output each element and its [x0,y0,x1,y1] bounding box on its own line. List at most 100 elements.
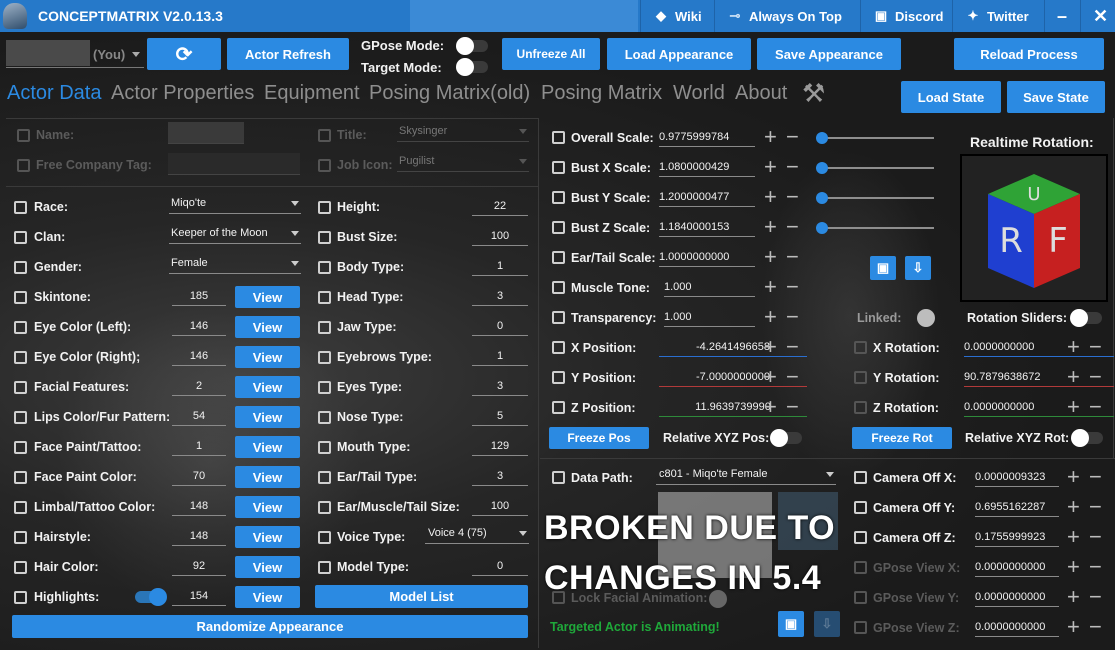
minus-icon[interactable]: − [1089,496,1102,518]
body-type-value[interactable]: 1 [472,258,528,276]
minus-icon[interactable]: − [1089,526,1102,548]
limbal-color-view-button[interactable]: View [235,496,300,518]
facial-features-checkbox[interactable] [14,381,27,394]
actor-select[interactable]: (You) [6,40,144,68]
eyes-type-checkbox[interactable] [318,381,331,394]
x-rotation-checkbox[interactable] [854,341,867,354]
face-paint-color-view-button[interactable]: View [235,466,300,488]
hairstyle-view-button[interactable]: View [235,526,300,548]
discord-button[interactable]: ▣ Discord [860,0,952,32]
clan-checkbox[interactable] [14,231,27,244]
camera-off-z-checkbox[interactable] [854,531,867,544]
transparency-checkbox[interactable] [552,311,565,324]
camera-off-y-value[interactable]: 0.6955162287 [975,499,1059,517]
camera-off-x-checkbox[interactable] [854,471,867,484]
ear-muscle-tail-size-value[interactable]: 100 [472,498,528,516]
tab-actor-data[interactable]: Actor Data [7,82,101,105]
transparency-value[interactable]: 1.000 [664,309,755,327]
minus-icon[interactable]: − [786,156,799,178]
bust-x-scale-value[interactable]: 1.0800000429 [659,159,755,177]
bust-y-scale-checkbox[interactable] [552,191,565,204]
hair-color-checkbox[interactable] [14,561,27,574]
ear-tail-type-checkbox[interactable] [318,471,331,484]
minus-icon[interactable]: − [786,336,799,358]
plus-icon[interactable]: + [764,396,777,418]
y-rotation-checkbox[interactable] [854,371,867,384]
gender-checkbox[interactable] [14,261,27,274]
overall-scale-checkbox[interactable] [552,131,565,144]
muscle-tone-checkbox[interactable] [552,281,565,294]
camera-off-x-value[interactable]: 0.0000009323 [975,469,1059,487]
minus-icon[interactable]: − [1089,556,1102,578]
save-animation-button[interactable]: ▣ [778,611,804,637]
title-select[interactable]: Skysinger [397,124,529,142]
camera-off-y-checkbox[interactable] [854,501,867,514]
nose-type-value[interactable]: 5 [472,408,528,426]
plus-icon[interactable]: + [764,246,777,268]
ear-tail-scale-checkbox[interactable] [552,251,565,264]
tab-world[interactable]: World [673,82,725,105]
minus-icon[interactable]: − [786,126,799,148]
rotation-sliders-toggle[interactable] [1070,309,1102,327]
ear-muscle-tail-size-checkbox[interactable] [318,501,331,514]
twitter-button[interactable]: ✦ Twitter [952,0,1044,32]
plus-icon[interactable]: + [764,156,777,178]
plus-icon[interactable]: + [764,276,777,298]
jaw-type-value[interactable]: 0 [472,318,528,336]
hair-color-view-button[interactable]: View [235,556,300,578]
bust-size-checkbox[interactable] [318,231,331,244]
camera-off-z-value[interactable]: 0.1755999923 [975,529,1059,547]
plus-icon[interactable]: + [1067,496,1080,518]
gpose-view-y-value[interactable]: 0.0000000000 [975,589,1059,607]
hair-color-value[interactable]: 92 [172,558,226,576]
plus-icon[interactable]: + [1067,526,1080,548]
reload-process-button[interactable]: Reload Process [954,38,1104,70]
tab-posing-matrix-old[interactable]: Posing Matrix(old) [369,82,530,105]
plus-icon[interactable]: + [764,186,777,208]
highlights-view-button[interactable]: View [235,586,300,608]
eyebrows-type-checkbox[interactable] [318,351,331,364]
plus-icon[interactable]: + [1067,466,1080,488]
minus-icon[interactable]: − [1089,396,1102,418]
tab-equipment[interactable]: Equipment [264,82,360,105]
lips-color-view-button[interactable]: View [235,406,300,428]
model-type-checkbox[interactable] [318,561,331,574]
relative-xyz-rot-toggle[interactable] [1071,429,1103,447]
tab-about[interactable]: About [735,82,787,105]
minus-icon[interactable]: − [1089,466,1102,488]
face-paint-value[interactable]: 1 [172,438,226,456]
target-mode-toggle[interactable] [456,58,488,76]
bust-y-scale-slider[interactable] [816,192,934,204]
eyes-type-value[interactable]: 3 [472,378,528,396]
gpose-view-x-value[interactable]: 0.0000000000 [975,559,1059,577]
minus-icon[interactable]: − [1089,586,1102,608]
plus-icon[interactable]: + [1067,586,1080,608]
unfreeze-all-button[interactable]: Unfreeze All [502,38,600,70]
eye-color-left-checkbox[interactable] [14,321,27,334]
skintone-checkbox[interactable] [14,291,27,304]
plus-icon[interactable]: + [1067,336,1080,358]
rotation-cube-viewport[interactable]: U R F [960,154,1108,302]
head-type-value[interactable]: 3 [472,288,528,306]
y-position-value[interactable]: -7.0000000000 [659,369,807,387]
title-checkbox[interactable] [318,129,331,142]
linked-toggle[interactable] [917,309,935,327]
save-scale-button[interactable]: ▣ [870,256,896,280]
eye-color-right-value[interactable]: 146 [172,348,226,366]
clan-select[interactable]: Keeper of the Moon [169,226,301,244]
hairstyle-checkbox[interactable] [14,531,27,544]
relative-xyz-pos-toggle[interactable] [770,429,802,447]
eyebrows-type-value[interactable]: 1 [472,348,528,366]
x-position-checkbox[interactable] [552,341,565,354]
load-animation-button[interactable]: ⇩ [814,611,840,637]
muscle-tone-value[interactable]: 1.000 [664,279,755,297]
hairstyle-value[interactable]: 148 [172,528,226,546]
nose-type-checkbox[interactable] [318,411,331,424]
wiki-button[interactable]: ◆ Wiki [640,0,714,32]
face-paint-view-button[interactable]: View [235,436,300,458]
tools-icon[interactable]: ⚒ [802,78,825,109]
x-position-value[interactable]: -4.2641496658 [659,339,807,357]
job-icon-checkbox[interactable] [318,159,331,172]
bust-x-scale-checkbox[interactable] [552,161,565,174]
height-value[interactable]: 22 [472,198,528,216]
